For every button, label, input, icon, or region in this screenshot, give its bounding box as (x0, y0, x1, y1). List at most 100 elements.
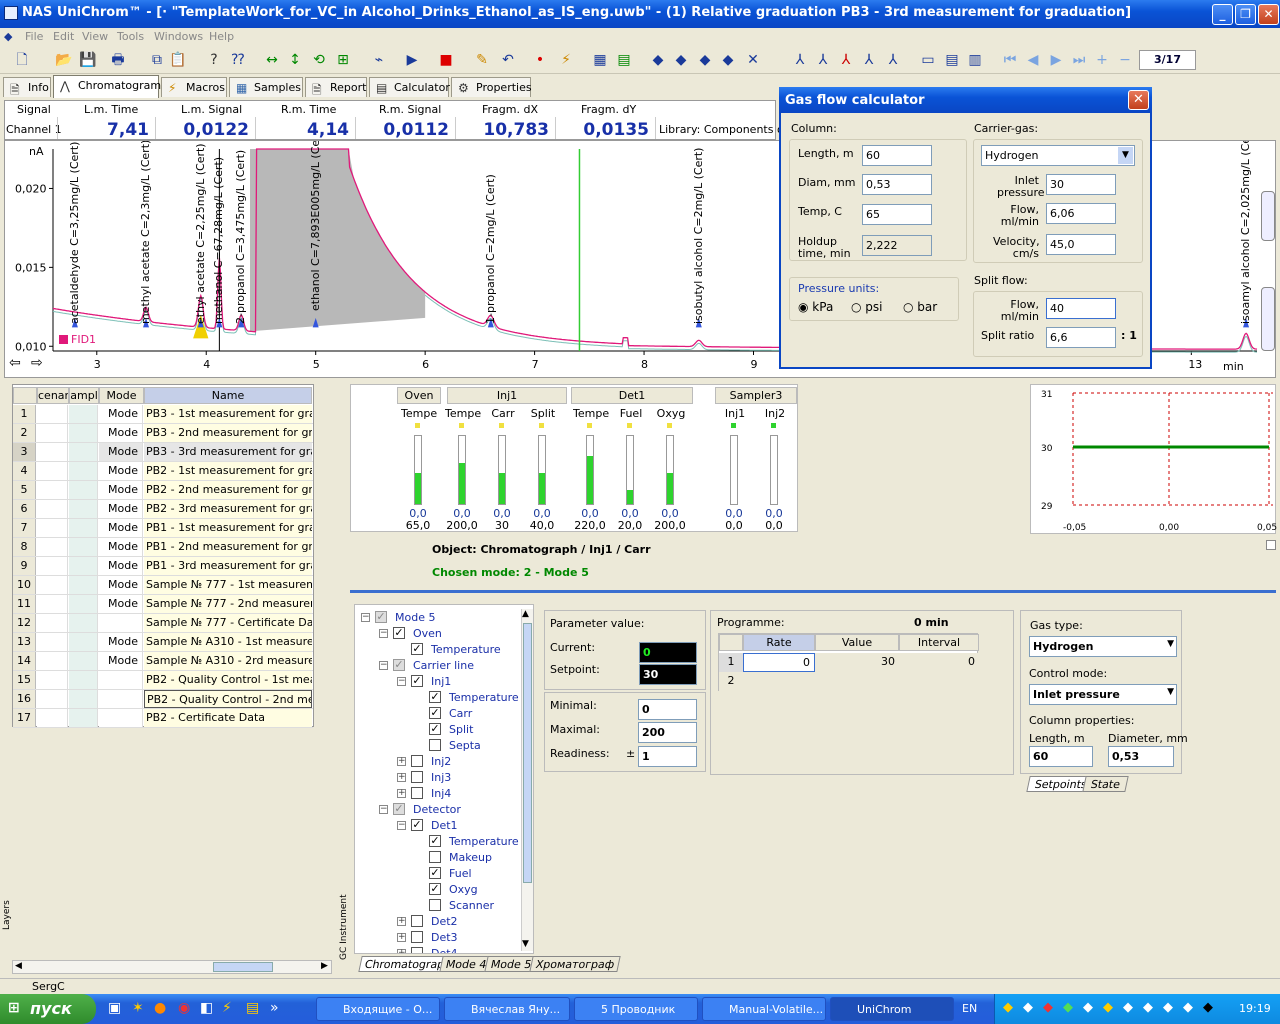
sample-cell[interactable] (69, 481, 98, 499)
tree-checkbox[interactable] (411, 915, 423, 927)
whats-this-icon[interactable]: ⁇ (228, 50, 248, 70)
mode-cell[interactable]: Mode 5 (99, 652, 143, 685)
table-row[interactable]: 11 Mode 5Sample № 777 - 2nd measuremer (13, 595, 313, 628)
tree-item[interactable]: Mode 5 (395, 611, 435, 624)
table-row[interactable]: 16 PB2 - Quality Control - 2nd me (13, 690, 313, 709)
sample-cell[interactable] (69, 576, 98, 594)
table-row[interactable]: 7 Mode 5PB1 - 1st measurement for gradua (13, 519, 313, 552)
scenario-cell[interactable] (37, 671, 68, 689)
table-row[interactable]: 10 Mode 5Sample № 777 - 1st measurement (13, 576, 313, 609)
scenario-cell[interactable] (37, 481, 68, 499)
print-icon[interactable]: 🖶 (108, 50, 128, 70)
tree-expander-icon[interactable]: − (397, 677, 406, 686)
first-icon[interactable]: ⏮ (1000, 50, 1020, 70)
tree-item[interactable]: Det3 (431, 931, 458, 944)
mode-cell[interactable]: Mode 5 (99, 481, 143, 514)
radio-psi[interactable]: ○ psi (851, 301, 883, 313)
edit-pen-icon[interactable]: ✎ (472, 50, 492, 70)
maximize-button[interactable]: ❐ (1235, 4, 1256, 25)
tree-checkbox[interactable]: ✓ (429, 691, 441, 703)
tab-macros[interactable]: ⚡ Macros (161, 77, 227, 97)
refresh-icon[interactable]: ⟲ (309, 50, 329, 70)
prog-value-cell[interactable]: 30 (815, 653, 899, 672)
save-icon[interactable]: 💾 (78, 50, 98, 70)
name-cell[interactable]: PB2 - 1st measurement for gradua (144, 462, 312, 480)
scenario-cell[interactable] (37, 557, 68, 575)
tree-item[interactable]: Makeup (449, 851, 492, 864)
col-scenario[interactable]: cenar (37, 387, 69, 404)
tray-icon-1[interactable]: ◆ (1003, 1000, 1013, 1015)
name-cell[interactable]: PB3 - 2nd measurement for gradu (144, 424, 312, 442)
tree-checkbox[interactable]: ✓ (375, 611, 387, 623)
tree-scrollbar[interactable]: ▲ ▼ (521, 609, 533, 951)
tree-item[interactable]: Temperature (431, 643, 501, 656)
name-cell[interactable]: Sample № 777 - 2nd measuremer (144, 595, 312, 613)
tree-checkbox[interactable] (429, 851, 441, 863)
chart-scroll-up[interactable] (1261, 191, 1275, 241)
table-row[interactable]: 4 Mode 5PB2 - 1st measurement for gradua (13, 462, 313, 495)
name-cell[interactable]: PB3 - 1st measurement for gradua (144, 405, 312, 423)
tree-checkbox[interactable]: ✓ (393, 659, 405, 671)
scenario-cell[interactable] (37, 633, 68, 651)
prog-col-interval[interactable]: Interval (899, 634, 979, 651)
tree-item[interactable]: Temperature (449, 835, 519, 848)
tab-samples[interactable]: ▦ Samples (229, 77, 303, 97)
name-cell[interactable]: PB2 - 3rd measurement for gradua (144, 500, 312, 518)
menu-file[interactable]: File (25, 30, 43, 43)
tree-checkbox[interactable] (411, 931, 423, 943)
quicklaunch-desktop-icon[interactable]: ▣ (108, 1000, 121, 1016)
tree-checkbox[interactable]: ✓ (429, 707, 441, 719)
tree-checkbox[interactable]: ✓ (411, 675, 423, 687)
peak-label[interactable]: 2-propanol C=3,475mg/L (Cert) (234, 150, 247, 324)
menu-help[interactable]: Help (209, 30, 234, 43)
fit-width-icon[interactable]: ↔ (262, 50, 282, 70)
min-input[interactable]: 0 (638, 699, 697, 720)
chevron-down-icon[interactable]: ▼ (1167, 687, 1174, 697)
tree-item[interactable]: Fuel (449, 867, 472, 880)
tray-icon-11[interactable]: ◆ (1203, 1000, 1213, 1015)
name-cell[interactable]: PB2 - 2nd measurement for gradu (144, 481, 312, 499)
table-row[interactable]: 2 Mode 5PB3 - 2nd measurement for gradu (13, 424, 313, 457)
col-diam-input[interactable]: 0,53 (1108, 746, 1174, 767)
name-cell[interactable]: PB1 - 2nd measurement for gradu (144, 538, 312, 556)
menu-tools[interactable]: Tools (117, 30, 144, 43)
peak-label[interactable]: 1-propanol C=2mg/L (Cert) (484, 174, 497, 324)
tray-icon-6[interactable]: ◆ (1103, 1000, 1113, 1015)
sample-cell[interactable] (69, 500, 98, 518)
fit-height-icon[interactable]: ↕ (285, 50, 305, 70)
mode-cell[interactable]: Mode 5 (99, 557, 143, 590)
tray-icon-7[interactable]: ◆ (1123, 1000, 1133, 1015)
table-hscroll[interactable]: ◀ ▶ (12, 960, 332, 974)
scenario-cell[interactable] (37, 443, 68, 461)
tree-item[interactable]: Inj2 (431, 755, 451, 768)
radio-kpa[interactable]: ◉ kPa (798, 301, 833, 313)
sample-cell[interactable] (69, 690, 98, 708)
tree-checkbox[interactable] (411, 771, 423, 783)
name-cell[interactable]: PB3 - 3rd measurement for gradua (144, 443, 312, 461)
split-ratio-input[interactable]: 6,6 (1046, 327, 1116, 348)
tree-scroll-down-icon[interactable]: ▼ (522, 939, 529, 949)
tree-expander-icon[interactable]: − (379, 629, 388, 638)
mode-cell[interactable]: Mode 5 (99, 443, 143, 476)
tab-state[interactable]: State (1082, 776, 1129, 792)
setpoint-value[interactable]: 30 (639, 664, 697, 685)
close-button[interactable]: ✕ (1258, 4, 1279, 25)
tree-item[interactable]: Detector (413, 803, 461, 816)
tree-scroll-up-icon[interactable]: ▲ (522, 609, 529, 619)
tab-properties[interactable]: ⚙ Properties (451, 77, 532, 97)
temp-input[interactable]: 65 (862, 204, 932, 225)
window-tile-icon[interactable]: ▭ (918, 50, 938, 70)
tree-expander-icon[interactable]: + (397, 789, 406, 798)
run-icon[interactable]: ▶ (402, 50, 422, 70)
tray-icon-3[interactable]: ◆ (1043, 1000, 1053, 1015)
link-icon[interactable]: ⌁ (369, 50, 389, 70)
name-cell[interactable]: Sample № 777 - 1st measurement (144, 576, 312, 594)
task-manual[interactable]: Manual-Volatile... (702, 997, 826, 1021)
max-input[interactable]: 200 (638, 722, 697, 743)
carrier-gas-select[interactable]: Hydrogen ▼ (981, 145, 1135, 166)
scenario-cell[interactable] (37, 500, 68, 518)
table-row[interactable]: 5 Mode 5PB2 - 2nd measurement for gradu (13, 481, 313, 514)
language-indicator[interactable]: EN (962, 1002, 977, 1015)
scroll-left-arrow-icon[interactable]: ◀ (15, 961, 22, 971)
menu-view[interactable]: View (82, 30, 108, 43)
